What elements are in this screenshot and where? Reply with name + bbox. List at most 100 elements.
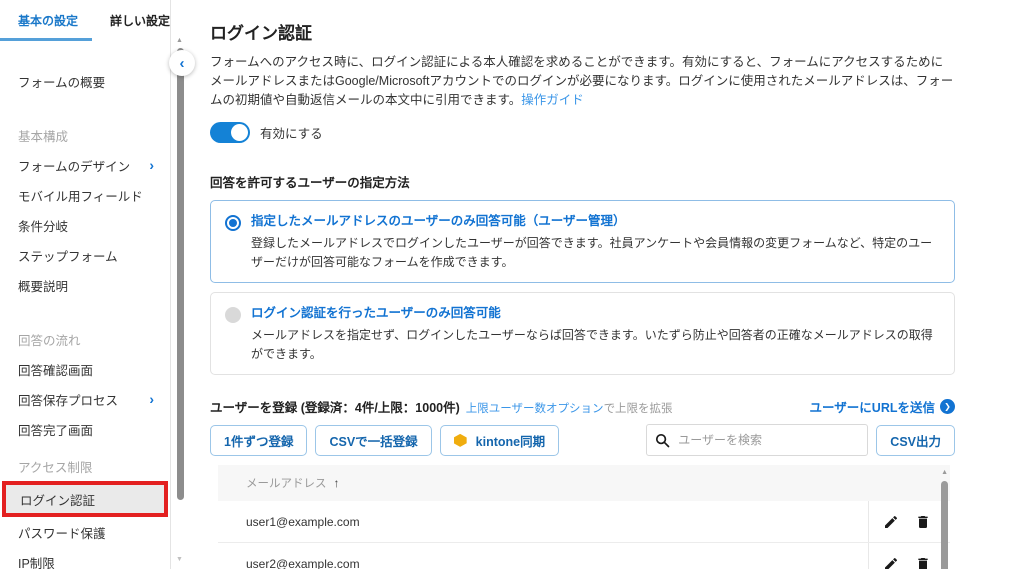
chevron-left-icon: ‹ (180, 55, 185, 72)
button-label: 1件ずつ登録 (224, 431, 293, 450)
sidebar-item-password-protection[interactable]: パスワード保護 (0, 517, 170, 547)
tab-basic-settings[interactable]: 基本の設定 (18, 12, 78, 29)
user-search-box[interactable] (646, 424, 868, 456)
sidebar-nav: フォームの概要 基本構成 フォームのデザイン › モバイル用フィールド 条件分岐… (0, 56, 170, 569)
sidebar-item-response-save-process[interactable]: 回答保存プロセス › (0, 384, 170, 414)
edit-button[interactable] (878, 551, 904, 569)
csv-bulk-register-button[interactable]: CSVで一括登録 (315, 425, 431, 456)
sidebar-item-mobile-fields[interactable]: モバイル用フィールド (0, 180, 170, 210)
sidebar-section-access-restriction: アクセス制限 (0, 451, 170, 481)
tab-detailed-settings[interactable]: 詳しい設定 (110, 12, 170, 29)
chevron-right-icon: › (149, 392, 154, 406)
toggle-label: 有効にする (260, 123, 323, 142)
sidebar-section-label: アクセス制限 (18, 457, 92, 476)
sidebar-section-label: 回答の流れ (18, 330, 81, 349)
trash-icon (915, 556, 931, 569)
sidebar-item-login-auth[interactable]: ログイン認証 (2, 481, 168, 517)
table-row: user1@example.com (218, 501, 950, 543)
table-scrollbar: ▲ ▼ (938, 465, 950, 569)
sidebar-item-label: 条件分岐 (18, 216, 68, 235)
csv-export-button[interactable]: CSV出力 (876, 425, 955, 456)
user-register-row: ユーザーを登録 (登録済：4件/上限：1000件) 上限ユーザー数オプション で… (210, 397, 955, 416)
send-url-link[interactable]: ユーザーにURLを送信 ❯ (810, 397, 955, 416)
kintone-sync-button[interactable]: kintone同期 (440, 425, 559, 456)
enable-toggle[interactable] (210, 122, 250, 143)
scroll-down-arrow-icon[interactable]: ▼ (176, 556, 183, 563)
sort-ascending-icon: ↑ (334, 476, 340, 490)
sidebar-item-form-design[interactable]: フォームのデザイン › (0, 150, 170, 180)
trash-icon (915, 514, 931, 530)
option-card-specified-email-users[interactable]: 指定したメールアドレスのユーザーのみ回答可能（ユーザー管理） 登録したメールアド… (210, 200, 955, 283)
sidebar-item-overview-description[interactable]: 概要説明 (0, 270, 170, 300)
operation-guide-link[interactable]: 操作ガイド (521, 93, 584, 107)
delete-button[interactable] (910, 551, 936, 569)
limit-option-link[interactable]: 上限ユーザー数オプション (466, 400, 604, 416)
page-title: ログイン認証 (210, 19, 955, 44)
user-table: メールアドレス ↑ user1@example.com (218, 465, 950, 569)
option-card-any-authenticated-user[interactable]: ログイン認証を行ったユーザーのみ回答可能 メールアドレスを指定せず、ログインした… (210, 292, 955, 375)
limit-suffix-text: で上限を拡張 (604, 400, 673, 416)
sidebar: 基本の設定 詳しい設定 フォームの概要 基本構成 フォームのデザイン › モバイ… (0, 0, 170, 569)
sidebar-item-response-confirm-screen[interactable]: 回答確認画面 (0, 354, 170, 384)
sidebar-section-response-flow: 回答の流れ (0, 324, 170, 354)
sidebar-item-label: IP制限 (18, 553, 55, 569)
sidebar-item-ip-restriction[interactable]: IP制限 (0, 547, 170, 569)
column-divider (868, 501, 869, 542)
edit-button[interactable] (878, 509, 904, 535)
email-cell: user2@example.com (246, 557, 360, 569)
register-one-button[interactable]: 1件ずつ登録 (210, 425, 307, 456)
button-label: CSVで一括登録 (329, 431, 417, 450)
sidebar-item-step-form[interactable]: ステップフォーム (0, 240, 170, 270)
toggle-knob (231, 124, 248, 141)
sidebar-section-label: 基本構成 (18, 126, 68, 145)
kintone-logo-icon (454, 434, 467, 447)
sidebar-collapse-button[interactable]: ‹ (169, 50, 195, 76)
sidebar-item-label: フォームの概要 (18, 72, 105, 91)
option-description: 登録したメールアドレスでログインしたユーザーが回答できます。社員アンケートや会員… (251, 234, 938, 271)
enable-toggle-row: 有効にする (210, 122, 955, 143)
form-settings-page: 基本の設定 詳しい設定 フォームの概要 基本構成 フォームのデザイン › モバイ… (0, 0, 1024, 569)
sidebar-item-label: 回答保存プロセス (18, 390, 118, 409)
column-divider (868, 543, 869, 569)
page-description: フォームへのアクセス時に、ログイン認証による本人確認を求めることができます。有効… (210, 53, 955, 110)
email-cell: user1@example.com (246, 515, 360, 529)
chevron-right-icon: › (149, 158, 154, 172)
sidebar-item-label: フォームのデザイン (18, 156, 130, 175)
main-content: ログイン認証 フォームへのアクセス時に、ログイン認証による本人確認を求めることが… (210, 0, 955, 569)
table-header-email[interactable]: メールアドレス ↑ (218, 465, 950, 501)
row-actions (878, 501, 936, 542)
sidebar-item-form-overview[interactable]: フォームの概要 (0, 66, 170, 96)
delete-button[interactable] (910, 509, 936, 535)
chevron-right-circle-icon: ❯ (940, 399, 955, 414)
radio-unselected-icon[interactable] (225, 307, 241, 323)
sidebar-item-label: 概要説明 (18, 276, 68, 295)
column-header-label: メールアドレス (246, 475, 327, 491)
search-icon (655, 433, 670, 448)
option-title: ログイン認証を行ったユーザーのみ回答可能 (251, 304, 938, 322)
sidebar-divider (170, 0, 171, 569)
sidebar-item-label: モバイル用フィールド (18, 186, 143, 205)
pencil-icon (883, 556, 899, 569)
option-description: メールアドレスを指定せず、ログインしたユーザーならば回答できます。いたずら防止や… (251, 326, 938, 363)
button-label: CSV出力 (890, 431, 941, 450)
sidebar-item-label: パスワード保護 (18, 523, 106, 542)
sidebar-item-label: ステップフォーム (18, 246, 118, 265)
pencil-icon (883, 514, 899, 530)
radio-selected-icon[interactable] (225, 215, 241, 231)
sidebar-section-basic-structure: 基本構成 (0, 120, 170, 150)
row-actions (878, 543, 936, 569)
table-row: user2@example.com (218, 543, 950, 569)
sidebar-item-label: 回答完了画面 (18, 420, 93, 439)
sidebar-item-label: ログイン認証 (20, 490, 95, 509)
sidebar-item-conditional-branch[interactable]: 条件分岐 (0, 210, 170, 240)
scroll-up-arrow-icon[interactable]: ▲ (941, 469, 948, 476)
table-scrollbar-thumb[interactable] (941, 481, 948, 569)
scroll-up-arrow-icon[interactable]: ▲ (176, 37, 183, 44)
user-search-input[interactable] (678, 433, 859, 447)
option-title: 指定したメールアドレスのユーザーのみ回答可能（ユーザー管理） (251, 212, 938, 230)
sidebar-scrollbar-thumb[interactable] (177, 48, 184, 500)
send-url-label: ユーザーにURLを送信 (810, 397, 935, 416)
user-specification-section-title: 回答を許可するユーザーの指定方法 (210, 172, 955, 191)
button-label: kintone同期 (476, 431, 545, 450)
sidebar-item-response-complete-screen[interactable]: 回答完了画面 (0, 414, 170, 444)
